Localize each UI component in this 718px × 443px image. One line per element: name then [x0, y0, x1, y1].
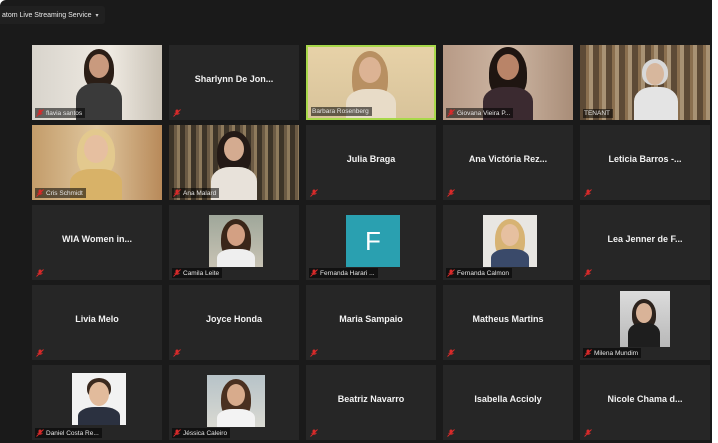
participant-name: Fernanda Calmon — [457, 269, 510, 277]
participant-name-tag: Fernanda Calmon — [446, 268, 513, 278]
mic-muted-icon — [173, 189, 181, 197]
participant-display-name: Livia Melo — [75, 314, 119, 324]
participant-tile-sharlynn[interactable]: Sharlynn De Jon... — [169, 45, 299, 120]
participant-tile-joyce[interactable]: Joyce Honda — [169, 285, 299, 360]
profile-photo — [483, 215, 537, 267]
mic-muted-icon — [584, 269, 592, 277]
mic-muted-icon — [584, 189, 592, 197]
mic-muted-icon — [447, 269, 455, 277]
participant-name: Jéssica Caleiro — [183, 429, 228, 437]
participant-name-tag: Fernanda Harari ... — [309, 268, 378, 278]
mic-muted-icon — [447, 349, 455, 357]
participant-name: Cris Schmidt — [46, 189, 83, 197]
participant-display-name: WIA Women in... — [62, 234, 132, 244]
mic-muted-icon — [584, 429, 592, 437]
participant-name-tag: Daniel Costa Re... — [35, 428, 102, 438]
participant-name-tag: flavia santos — [35, 108, 86, 118]
mic-muted-icon — [36, 189, 44, 197]
mic-muted-icon — [447, 109, 455, 117]
participant-tile-wia[interactable]: WIA Women in... — [32, 205, 162, 280]
mic-muted-icon — [310, 349, 318, 357]
participant-tile-milena[interactable]: Milena Mundim — [580, 285, 710, 360]
mic-muted-icon — [173, 269, 181, 277]
participant-name: Daniel Costa Re... — [46, 429, 99, 437]
participant-display-name: Leticia Barros -... — [608, 154, 682, 164]
participant-name: Ana Malard — [183, 189, 217, 197]
participant-tile-ana-victoria[interactable]: Ana Victória Rez... — [443, 125, 573, 200]
mic-muted-icon — [173, 429, 181, 437]
chevron-down-icon: ▾ — [95, 12, 99, 19]
participant-name: Giovana Vieira P... — [457, 109, 511, 117]
mic-muted-icon — [173, 109, 181, 117]
mic-muted-icon — [36, 429, 44, 437]
participant-tile-flavia[interactable]: flavia santos — [32, 45, 162, 120]
participant-tile-cris[interactable]: Cris Schmidt — [32, 125, 162, 200]
participant-tile-daniel[interactable]: Daniel Costa Re... — [32, 365, 162, 440]
participant-tile-barbara[interactable]: Barbara Rosenberg — [306, 45, 436, 120]
participant-display-name: Ana Victória Rez... — [468, 154, 548, 164]
participant-name-tag: Barbara Rosenberg — [311, 107, 372, 116]
participant-tile-jessica[interactable]: Jéssica Caleiro — [169, 365, 299, 440]
screen-edge — [712, 0, 718, 443]
profile-photo — [209, 215, 263, 267]
live-streaming-label: atom Live Streaming Service — [2, 11, 92, 19]
participant-tile-tenant[interactable]: TENANT — [580, 45, 710, 120]
participant-tile-maria[interactable]: Maria Sampaio — [306, 285, 436, 360]
profile-photo — [620, 291, 670, 347]
participant-display-name: Nicole Chama d... — [607, 394, 683, 404]
mic-muted-icon — [584, 349, 592, 357]
participant-tile-fernanda-harari[interactable]: F Fernanda Harari ... — [306, 205, 436, 280]
profile-photo — [72, 373, 126, 425]
participant-tile-livia[interactable]: Livia Melo — [32, 285, 162, 360]
participant-name-tag: TENANT — [583, 109, 613, 118]
participant-tile-fernanda-calmon[interactable]: Fernanda Calmon — [443, 205, 573, 280]
participant-name: Barbara Rosenberg — [312, 108, 369, 115]
participant-tile-ana-malard[interactable]: Ana Malard — [169, 125, 299, 200]
mic-muted-icon — [310, 189, 318, 197]
participant-display-name: Isabella Accioly — [474, 394, 542, 404]
participant-tile-leticia[interactable]: Leticia Barros -... — [580, 125, 710, 200]
participant-grid: flavia santos Sharlynn De Jon... Barbara… — [32, 45, 712, 440]
participant-tile-isabella[interactable]: Isabella Accioly — [443, 365, 573, 440]
participant-display-name: Maria Sampaio — [339, 314, 403, 324]
participant-tile-julia[interactable]: Julia Braga — [306, 125, 436, 200]
participant-tile-lea[interactable]: Lea Jenner de F... — [580, 205, 710, 280]
participant-tile-matheus[interactable]: Matheus Martins — [443, 285, 573, 360]
participant-name: Camila Leite — [183, 269, 220, 277]
mic-muted-icon — [447, 189, 455, 197]
participant-name-tag: Jéssica Caleiro — [172, 428, 231, 438]
mic-muted-icon — [310, 269, 318, 277]
participant-name-tag: Camila Leite — [172, 268, 223, 278]
participant-display-name: Lea Jenner de F... — [607, 234, 683, 244]
participant-display-name: Julia Braga — [346, 154, 396, 164]
participant-tile-giovana[interactable]: Giovana Vieira P... — [443, 45, 573, 120]
mic-muted-icon — [310, 429, 318, 437]
gallery-view-window: atom Live Streaming Service ▾ flavia san… — [0, 0, 718, 443]
participant-name: Fernanda Harari ... — [320, 269, 375, 277]
initial-avatar: F — [346, 215, 400, 267]
participant-tile-beatriz[interactable]: Beatriz Navarro — [306, 365, 436, 440]
participant-name-tag: Milena Mundim — [583, 348, 642, 358]
participant-name: Milena Mundim — [594, 349, 639, 357]
mic-muted-icon — [36, 109, 44, 117]
participant-display-name: Beatriz Navarro — [337, 394, 405, 404]
live-streaming-dropdown[interactable]: atom Live Streaming Service ▾ — [0, 6, 105, 24]
participant-name: TENANT — [584, 110, 610, 117]
mic-muted-icon — [36, 349, 44, 357]
participant-tile-nicole[interactable]: Nicole Chama d... — [580, 365, 710, 440]
participant-name-tag: Cris Schmidt — [35, 188, 86, 198]
participant-display-name: Matheus Martins — [472, 314, 544, 324]
participant-name-tag: Giovana Vieira P... — [446, 108, 514, 118]
participant-display-name: Joyce Honda — [205, 314, 263, 324]
participant-name: flavia santos — [46, 109, 83, 117]
profile-photo — [207, 375, 265, 427]
participant-display-name: Sharlynn De Jon... — [194, 74, 274, 84]
participant-tile-camila[interactable]: Camila Leite — [169, 205, 299, 280]
zoom-meeting-screen: atom Live Streaming Service ▾ flavia san… — [0, 0, 718, 443]
mic-muted-icon — [173, 349, 181, 357]
mic-muted-icon — [36, 269, 44, 277]
participant-name-tag: Ana Malard — [172, 188, 220, 198]
mic-muted-icon — [447, 429, 455, 437]
